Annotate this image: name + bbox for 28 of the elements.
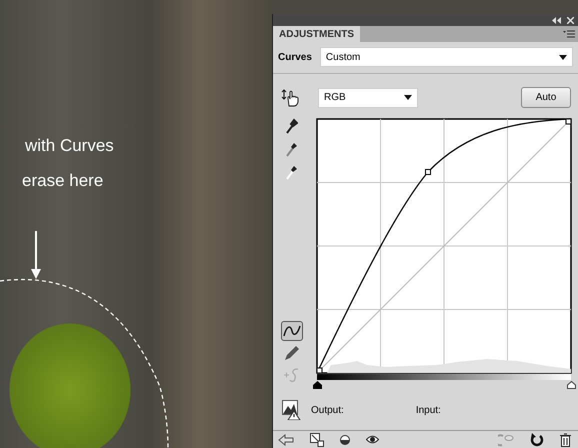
panel-tab[interactable]: ADJUSTMENTS bbox=[273, 26, 360, 42]
eyedropper-icon[interactable] bbox=[286, 164, 298, 180]
eye-icon[interactable] bbox=[366, 435, 379, 444]
preset-dropdown[interactable]: Custom bbox=[320, 47, 573, 67]
panel-menu-icon[interactable] bbox=[563, 30, 575, 38]
half-circle-icon[interactable] bbox=[340, 432, 350, 446]
channel-dropdown[interactable]: RGB bbox=[318, 88, 418, 108]
clipping-warning-icon[interactable] bbox=[282, 400, 302, 420]
down-arrow-icon bbox=[31, 231, 41, 279]
eyedropper-icon[interactable] bbox=[286, 141, 298, 157]
close-icon[interactable] bbox=[567, 16, 574, 24]
hand-adjust-icon[interactable] bbox=[281, 88, 301, 106]
annotation-text: with Curves bbox=[25, 136, 114, 156]
curve-tool[interactable] bbox=[281, 321, 303, 341]
input-label: Input: bbox=[416, 404, 441, 416]
reset-icon[interactable] bbox=[530, 432, 544, 446]
shadow-input-slider[interactable] bbox=[312, 381, 322, 389]
trash-icon[interactable] bbox=[560, 432, 571, 446]
auto-button[interactable]: Auto bbox=[521, 87, 571, 108]
output-label: Output: bbox=[311, 404, 344, 416]
back-arrow-icon[interactable] bbox=[278, 434, 294, 446]
highlight-input-slider[interactable] bbox=[566, 381, 576, 389]
curves-graph[interactable] bbox=[316, 118, 572, 374]
preset-label: Curves bbox=[278, 52, 312, 62]
eyedropper-icon[interactable] bbox=[286, 118, 298, 134]
annotation-text: erase here bbox=[22, 171, 104, 191]
clip-layer-icon[interactable] bbox=[310, 432, 324, 446]
collapse-icon[interactable] bbox=[552, 16, 561, 24]
